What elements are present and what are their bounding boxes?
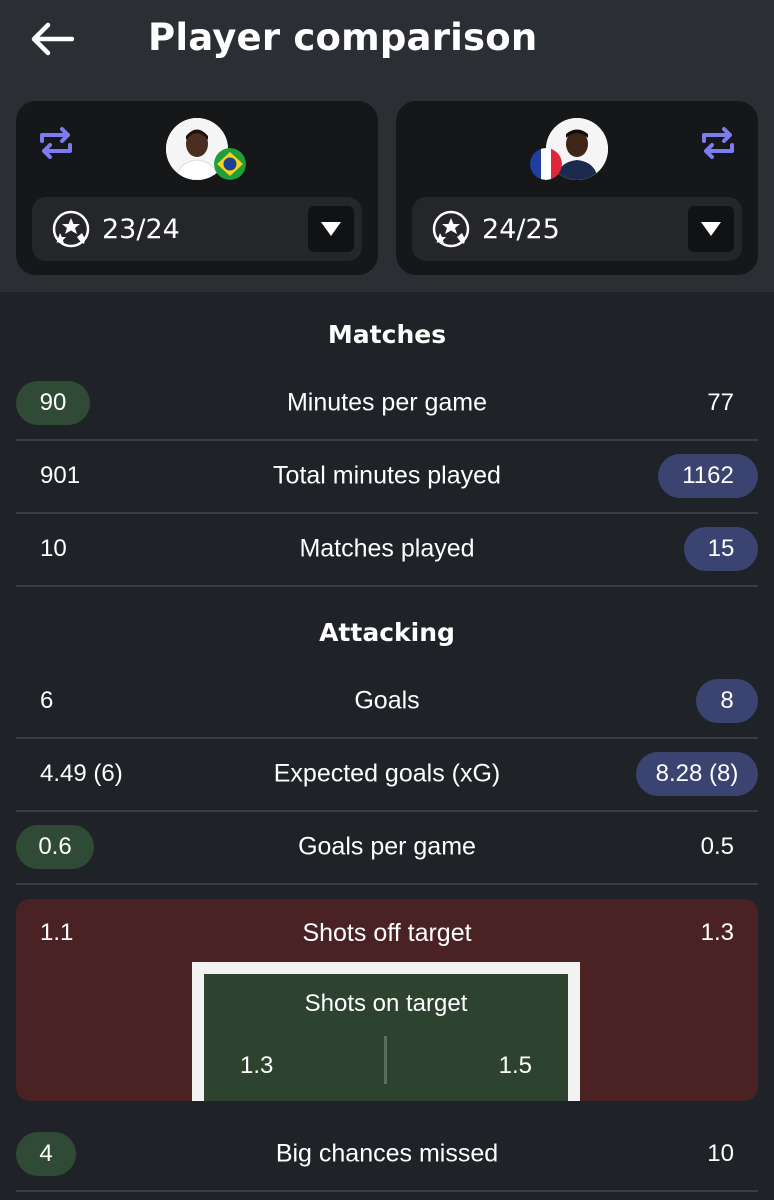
stat-row: 0.6 Goals per game 0.5 xyxy=(16,811,758,885)
player-card-right: 24/25 xyxy=(396,101,758,275)
champions-league-icon xyxy=(52,210,90,248)
goal-frame: Shots on target 1.3 1.5 xyxy=(192,962,580,1101)
season-label: 24/25 xyxy=(482,214,560,245)
stat-label: Total minutes played xyxy=(273,461,501,490)
stat-row: 4.49 (6) Expected goals (xG) 8.28 (8) xyxy=(16,738,758,812)
better-value-pill: 15 xyxy=(684,527,758,571)
player-card-left: 23/24 xyxy=(16,101,378,275)
season-label: 23/24 xyxy=(102,214,180,245)
dropdown-button[interactable] xyxy=(308,206,354,252)
shots-on-label: Shots on target xyxy=(304,990,468,1017)
right-value: 8 xyxy=(720,687,734,714)
goal-divider xyxy=(384,1036,387,1084)
section-title-attacking: Attacking xyxy=(319,618,455,647)
shots-on-right-value: 1.5 xyxy=(498,1052,532,1079)
stat-label: Matches played xyxy=(299,534,475,563)
right-value: 1162 xyxy=(682,462,734,489)
player-selector-area: 23/24 24/25 xyxy=(0,86,774,292)
shots-off-label: Shots off target xyxy=(302,919,472,947)
brazil-flag-icon xyxy=(214,148,246,180)
stat-row: 10 Matches played 15 xyxy=(16,513,758,587)
shots-comparison-box: 1.1 Shots off target 1.3 Shots on target… xyxy=(16,899,758,1101)
arrow-left-icon xyxy=(31,22,74,56)
right-value: 10 xyxy=(707,1140,734,1167)
better-value-pill: 1162 xyxy=(658,454,758,498)
section-title-matches: Matches xyxy=(327,320,447,349)
stat-row: 90 Minutes per game 77 xyxy=(16,367,758,441)
france-flag-icon xyxy=(530,148,562,180)
better-value-pill: 8 xyxy=(696,679,758,723)
top-app-bar: Player comparison xyxy=(0,0,774,86)
dropdown-button[interactable] xyxy=(688,206,734,252)
better-value-pill: 8.28 (8) xyxy=(636,752,758,796)
stat-label: Goals per game xyxy=(298,832,476,861)
back-button[interactable] xyxy=(26,16,78,62)
stat-row: 901 Total minutes played 1162 xyxy=(16,440,758,514)
shots-on-left-value: 1.3 xyxy=(240,1052,274,1079)
champions-league-icon xyxy=(432,210,470,248)
stat-label: Goals xyxy=(354,686,420,715)
shots-off-right-value: 1.3 xyxy=(700,919,734,946)
stat-label: Minutes per game xyxy=(286,388,488,417)
right-value: 8.28 (8) xyxy=(655,760,739,787)
season-select-right[interactable]: 24/25 xyxy=(412,197,742,261)
caret-down-icon xyxy=(701,222,721,236)
stat-row: 6 Goals 8 xyxy=(16,665,758,739)
stat-label: Big chances missed xyxy=(275,1139,499,1168)
swap-player-icon[interactable] xyxy=(698,123,738,163)
caret-down-icon xyxy=(321,222,341,236)
season-select-left[interactable]: 23/24 xyxy=(32,197,362,261)
page-title: Player comparison xyxy=(148,16,538,59)
swap-player-icon[interactable] xyxy=(36,123,76,163)
right-value: 77 xyxy=(707,389,734,416)
right-value: 0.5 xyxy=(700,833,734,860)
stat-row: 4 Big chances missed 10 xyxy=(16,1118,758,1192)
right-value: 15 xyxy=(707,535,735,562)
